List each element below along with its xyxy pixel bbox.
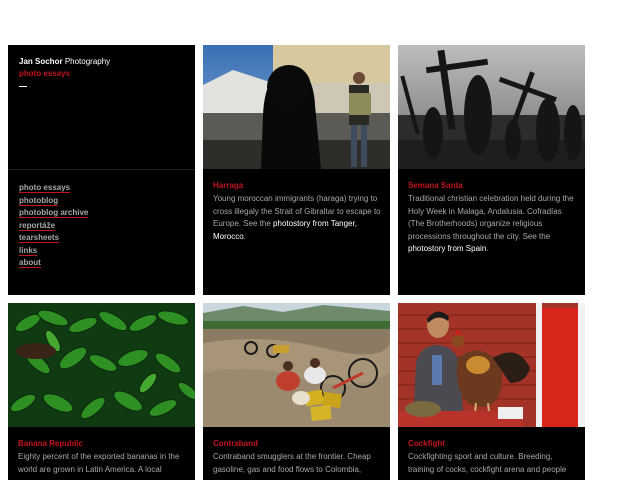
semana-santa-photo[interactable] xyxy=(398,45,585,169)
essay-caption: Banana Republic Eighty percent of the ex… xyxy=(18,439,187,476)
site-title-name: Jan Sochor xyxy=(19,57,63,66)
nav-item-reportaze[interactable]: reportáže xyxy=(19,220,88,233)
contraband-photo[interactable] xyxy=(203,303,390,427)
essay-description: Contraband smugglers at the frontier. Ch… xyxy=(213,452,371,474)
essay-description: Eighty percent of the exported bananas i… xyxy=(18,452,180,474)
essay-title[interactable]: Cockfight xyxy=(408,439,577,448)
main-nav: photo essays photoblog photoblog archive… xyxy=(19,182,89,270)
essay-tile-contraband: Contraband Contraband smugglers at the f… xyxy=(203,303,390,480)
essay-tile-harraga: Harraga Young moroccan immigrants (harag… xyxy=(203,45,390,295)
essay-caption: Cockfight Cockfighting sport and culture… xyxy=(408,439,577,476)
site-title-suffix: Photography xyxy=(64,57,111,66)
banana-republic-photo[interactable] xyxy=(8,303,195,427)
nav-item-photo-essays[interactable]: photo essays xyxy=(19,182,88,195)
essay-text: Traditional christian celebration held d… xyxy=(408,194,574,241)
essay-description: Traditional christian celebration held d… xyxy=(408,193,577,256)
essay-description: Cockfighting sport and culture. Breeding… xyxy=(408,452,567,474)
essay-title[interactable]: Semana Santa xyxy=(408,181,577,190)
site-title[interactable]: Jan Sochor Photography xyxy=(19,57,110,66)
essay-title[interactable]: Banana Republic xyxy=(18,439,187,448)
essay-caption: Semana Santa Traditional christian celeb… xyxy=(408,181,577,256)
essay-tile-semana-santa: Semana Santa Traditional christian celeb… xyxy=(398,45,585,295)
nav-item-links[interactable]: links xyxy=(19,245,88,258)
essay-tile-cockfight: Cockfight Cockfighting sport and culture… xyxy=(398,303,585,480)
nav-label: reportáže xyxy=(19,220,56,231)
essay-caption: Contraband Contraband smugglers at the f… xyxy=(213,439,382,476)
nav-item-photoblog[interactable]: photoblog xyxy=(19,195,88,208)
nav-label: links xyxy=(19,245,38,256)
photostory-link[interactable]: photostory from Spain xyxy=(408,244,486,253)
essay-description: Young moroccan immigrants (haraga) tryin… xyxy=(213,193,382,243)
cockfight-photo[interactable] xyxy=(398,303,585,427)
intro-tile: Jan Sochor Photography photo essays phot… xyxy=(8,45,195,295)
harraga-photo[interactable] xyxy=(203,45,390,169)
nav-item-about[interactable]: about xyxy=(19,257,88,270)
section-title: photo essays xyxy=(19,69,71,78)
essay-caption: Harraga Young moroccan immigrants (harag… xyxy=(213,181,382,243)
nav-label: about xyxy=(19,258,41,268)
nav-label: photoblog archive xyxy=(19,208,89,218)
nav-item-tearsheets[interactable]: tearsheets xyxy=(19,232,88,245)
essay-title[interactable]: Harraga xyxy=(213,181,382,190)
essay-title[interactable]: Contraband xyxy=(213,439,382,448)
nav-label: photoblog xyxy=(19,195,59,206)
essay-text-end: . xyxy=(243,231,246,241)
essay-tile-banana-republic: Banana Republic Eighty percent of the ex… xyxy=(8,303,195,480)
title-divider xyxy=(19,86,27,87)
nav-item-photoblog-archive[interactable]: photoblog archive xyxy=(19,207,89,220)
nav-label: photo essays xyxy=(19,183,71,193)
essay-text-end: . xyxy=(486,244,489,253)
intro-divider xyxy=(8,169,195,170)
nav-label: tearsheets xyxy=(19,233,60,243)
